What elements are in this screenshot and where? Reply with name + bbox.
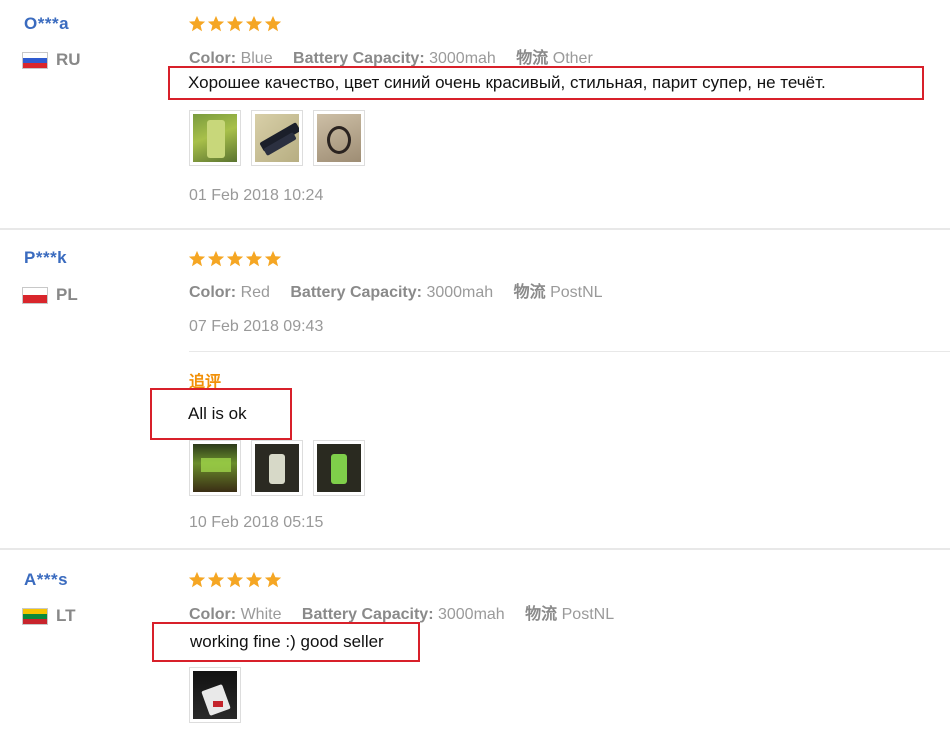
battery-value: 3000mah [429, 50, 496, 67]
battery-label: Battery Capacity: [293, 50, 425, 67]
followup-text: All is ok [150, 388, 292, 440]
logistics-value: PostNL [550, 284, 603, 301]
star-icon [188, 250, 206, 267]
review-photo[interactable] [189, 667, 241, 723]
color-value: Red [240, 284, 270, 301]
country-code: RU [56, 50, 81, 69]
review-date: 01 Feb 2018 10:24 [189, 187, 324, 204]
star-icon [245, 15, 263, 32]
reviewer-name: A***s [24, 570, 69, 589]
star-icon [245, 571, 263, 588]
star-icon [207, 250, 225, 267]
color-label: Color: [189, 50, 237, 67]
review-item: A***s LT Color: White Battery Capacity: … [0, 550, 950, 756]
review-item: P***k PL Color: Red Battery Capacity: 30… [0, 230, 950, 548]
color-label: Color: [189, 284, 237, 301]
logistics-value: Other [552, 50, 593, 67]
product-attributes: Color: Blue Battery Capacity: 3000mah 物流… [189, 44, 593, 68]
review-photos [189, 110, 375, 166]
star-rating [188, 571, 283, 589]
country-code: LT [56, 606, 76, 625]
reviewer-country: LT [22, 606, 76, 626]
flag-icon [22, 51, 48, 69]
flag-icon [22, 286, 48, 304]
product-attributes: Color: White Battery Capacity: 3000mah 物… [189, 600, 614, 624]
star-icon [245, 250, 263, 267]
review-item: O***a RU Color: Blue Battery Capacity: 3… [0, 0, 950, 228]
star-icon [264, 571, 282, 588]
battery-label: Battery Capacity: [290, 284, 422, 301]
review-date: 07 Feb 2018 09:43 [189, 318, 324, 335]
review-photo[interactable] [313, 440, 365, 496]
review-photo[interactable] [189, 440, 241, 496]
star-icon [207, 15, 225, 32]
star-icon [188, 571, 206, 588]
star-icon [226, 15, 244, 32]
color-value: Blue [240, 50, 273, 67]
followup-photos [189, 440, 375, 496]
logistics-label: 物流 [525, 606, 558, 623]
reviewer-name: P***k [24, 248, 68, 267]
followup-divider [189, 351, 950, 352]
country-code: PL [56, 285, 78, 304]
logistics-label: 物流 [516, 50, 549, 67]
star-rating [188, 250, 283, 268]
review-text: Хорошее качество, цвет синий очень краси… [168, 66, 924, 100]
battery-value: 3000mah [426, 284, 494, 301]
reviewer-country: PL [22, 285, 78, 305]
star-icon [226, 571, 244, 588]
review-photo[interactable] [251, 110, 303, 166]
color-label: Color: [189, 606, 237, 623]
battery-value: 3000mah [437, 606, 505, 623]
review-photos [189, 667, 251, 723]
star-rating [188, 15, 283, 33]
review-photo[interactable] [251, 440, 303, 496]
reviewer-country: RU [22, 50, 81, 70]
star-icon [226, 250, 244, 267]
logistics-value: PostNL [561, 606, 615, 623]
product-attributes: Color: Red Battery Capacity: 3000mah 物流 … [189, 278, 603, 302]
color-value: White [240, 606, 282, 623]
followup-date: 10 Feb 2018 05:15 [189, 514, 324, 531]
star-icon [264, 15, 282, 32]
battery-label: Battery Capacity: [301, 606, 434, 623]
flag-icon [22, 607, 48, 625]
review-photo[interactable] [313, 110, 365, 166]
reviewer-name: O***a [24, 14, 70, 33]
star-icon [264, 250, 282, 267]
logistics-label: 物流 [513, 284, 546, 301]
star-icon [207, 571, 225, 588]
star-icon [188, 15, 206, 32]
review-photo[interactable] [189, 110, 241, 166]
review-text: working fine :) good seller [152, 622, 420, 662]
